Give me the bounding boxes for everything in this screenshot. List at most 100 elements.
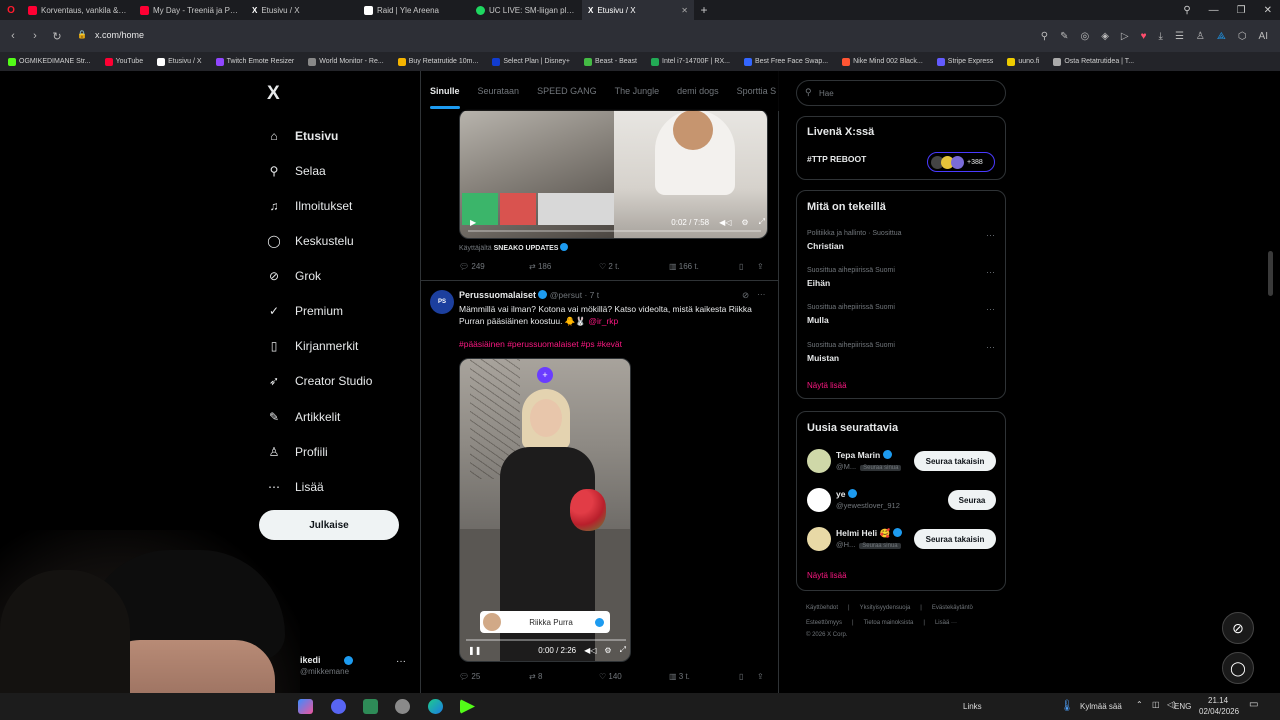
browser-tab[interactable]: UC LIVE: SM-liigan playoff [470,0,582,20]
more-options-icon[interactable]: ··· [757,289,766,299]
feed-tab[interactable]: Seurataan [478,86,520,96]
clock-date[interactable]: 02/04/2026 [1199,707,1239,716]
avatar[interactable] [807,488,831,512]
menu-icon[interactable]: ☰ [1175,31,1184,42]
app-icon[interactable] [363,699,378,714]
bookmark-item[interactable]: OGMIKEDIMANE Str... [8,57,91,66]
more-options-icon[interactable]: ··· [986,342,995,352]
live-item[interactable]: #TTP REBOOT [807,154,866,164]
bookmark-item[interactable]: Best Free Face Swap... [743,57,828,66]
account-switcher[interactable]: ikedi @mikkemane ··· [300,653,410,679]
play-icon[interactable]: ▷ [1121,31,1129,42]
like-button[interactable]: ♡ 2 t. [599,262,669,271]
trend-item[interactable]: Eihän [807,278,830,288]
edge-icon[interactable] [428,699,443,714]
more-options-icon[interactable]: ··· [986,230,995,240]
bookmark-icon[interactable]: ▯ [739,262,757,271]
sidebar-item-grok[interactable]: ⊘ Grok [267,269,321,283]
show-more-trends-link[interactable]: Näytä lisää [807,381,847,390]
profile-icon[interactable]: ♙ [1196,31,1205,42]
url-input[interactable]: x.com/home [95,30,144,40]
bookmark-item[interactable]: Select Plan | Disney+ [492,57,570,66]
minimize-button[interactable]: — [1209,5,1219,16]
opera-logo-icon[interactable]: O [0,5,22,16]
share-icon[interactable]: ⇪ [757,262,764,271]
live-avatars[interactable]: +388 [927,152,995,172]
bookmark-item[interactable]: Etusivu / X [157,57,202,66]
sidebar-item-artikkelit[interactable]: ✎ Artikkelit [267,410,340,424]
search-tabs-icon[interactable]: ⚲ [1183,5,1190,16]
feed-tab[interactable]: Sinulle [430,86,460,109]
download-icon[interactable]: ⤓ [1159,31,1163,42]
sidebar-item-lis-[interactable]: ⋯ Lisää [267,480,324,494]
sidebar-item-etusivu[interactable]: ⌂ Etusivu [267,129,338,143]
more-options-icon[interactable]: ··· [986,304,995,314]
links-toolbar[interactable]: Links [963,702,982,711]
sidebar-item-keskustelu[interactable]: ◯ Keskustelu [267,234,353,248]
ai-icon[interactable]: AI [1259,31,1268,42]
retweet-button[interactable]: ⇄ 186 [529,262,599,271]
edit-icon[interactable]: ✎ [1060,31,1068,42]
clock-time[interactable]: 21.14 [1208,696,1228,705]
footer-link[interactable]: Yksityisyydensuoja [860,605,911,611]
like-button[interactable]: ♡ 140 [599,672,669,681]
fullscreen-icon[interactable]: ⤢ [759,217,765,227]
scrollbar[interactable] [1268,251,1273,296]
browser-tab[interactable]: My Day - Treeniä ja Paint [134,0,246,20]
settings-icon[interactable]: ⚙ [741,218,748,227]
messages-float-button[interactable]: ◯ [1222,652,1254,684]
sidebar-item-creator-studio[interactable]: ➶ Creator Studio [267,374,372,388]
follow-button[interactable]: Seuraa takaisin [914,451,996,471]
feed-tab[interactable]: Sporttia S [737,86,777,96]
restore-button[interactable]: ❐ [1237,5,1246,16]
avatar[interactable] [807,527,831,551]
grok-icon[interactable]: ⊘ [742,290,749,301]
language-indicator[interactable]: ENG [1174,702,1191,711]
tweet-hashtags[interactable]: #pääsiäinen #perussuomalaiset #ps #kevät [459,339,622,349]
trend-item[interactable]: Mulla [807,315,829,325]
new-tab-button[interactable]: + [694,3,714,17]
reply-button[interactable]: 💬︎ 249 [459,262,529,271]
bookmark-item[interactable]: Beast - Beast [583,57,637,66]
follow-button[interactable]: Seuraa [948,490,996,510]
tweet-time[interactable]: 7 t [590,290,599,300]
tweet-author-handle[interactable]: @persut [550,290,582,300]
notifications-icon[interactable]: ▭ [1249,699,1258,710]
tray-chevron-icon[interactable]: ⌃ [1136,700,1143,709]
retweet-button[interactable]: ⇄ 8 [529,672,599,681]
more-options-icon[interactable]: ··· [986,267,995,277]
forward-button[interactable]: › [24,30,46,42]
browser-tab[interactable]: Raid | Yle Areena [358,0,470,20]
shield-icon[interactable]: ◈ [1101,31,1109,42]
video-player[interactable]: + Riikka Purra ❚❚ 0:00 / 2:26 ◀◁ ⚙ ⤢ [459,358,631,662]
feed-tab[interactable]: The Jungle [615,86,660,96]
browser-tab[interactable]: Korventaus, vankila & tre [22,0,134,20]
show-more-follow-link[interactable]: Näytä lisää [807,571,847,580]
copilot-icon[interactable] [298,699,313,714]
avatar[interactable] [807,449,831,473]
play-icon[interactable]: ▶ [470,218,476,227]
volume-icon[interactable]: ◀◁ [719,218,731,227]
sidebar-item-profiili[interactable]: ♙ Profiili [267,445,328,459]
close-window-button[interactable]: ✕ [1264,5,1272,16]
bookmark-item[interactable]: World Monitor - Re... [308,57,384,66]
sidebar-item-selaa[interactable]: ⚲ Selaa [267,164,326,178]
reload-button[interactable]: ↻ [46,30,68,43]
back-button[interactable]: ‹ [2,30,24,42]
follow-user-name[interactable]: Tepa Marin [836,450,893,460]
bookmark-item[interactable]: Intel i7-14700F | RX... [651,57,730,66]
reply-button[interactable]: 💬︎ 25 [459,672,529,681]
tweet-mention[interactable]: @ir_rkp [588,316,618,326]
sidebar-item-premium[interactable]: ✓ Premium [267,304,343,318]
bookmark-item[interactable]: YouTube [104,57,143,66]
views-button[interactable]: ▥ 3 t. [669,672,739,681]
browser-tab-active[interactable]: X Etusivu / X ✕ [582,0,694,20]
bookmark-item[interactable]: Osta Retatrutidea | T... [1053,57,1134,66]
grok-float-button[interactable]: ⊘ [1222,612,1254,644]
footer-link[interactable]: Esteettömyys [806,620,842,626]
views-button[interactable]: ▥ 166 t. [669,262,739,271]
video-progress-bar[interactable] [468,230,761,232]
cube-icon[interactable]: ⬡ [1238,31,1247,42]
search-icon[interactable]: ⚲ [1041,31,1048,42]
footer-link[interactable]: Lisää ··· [935,620,957,626]
